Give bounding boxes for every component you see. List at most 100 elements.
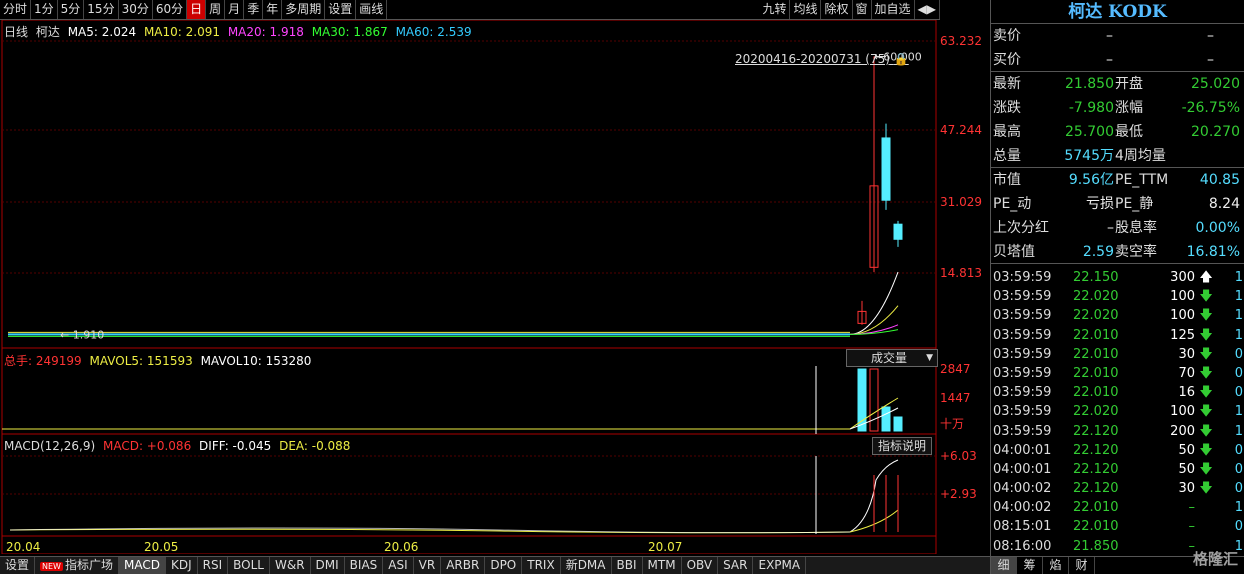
arrow-up-icon: 🡅 [1199,270,1213,285]
indicator-tab-label: BBI [616,558,637,572]
period-tab[interactable]: 15分 [84,0,119,19]
period-tab[interactable]: 画线 [356,0,388,19]
indicator-tab[interactable]: DMI [311,557,345,574]
watermark-logo: 格隆汇 [1192,550,1238,568]
panel-tab[interactable]: 细 [991,557,1017,574]
indicator-tab[interactable]: BIAS [345,557,384,574]
tick-volume: – [1188,519,1196,535]
quote-stats: 最新 21.850 开盘 25.020 涨跌 -7.980 涨幅 -26.75% 最高 25.70… [991,72,1244,264]
tick-row[interactable]: 04:00:01 22.120 50 🡇 0 [991,441,1244,460]
period-tab[interactable]: 月 [225,0,245,19]
indicator-tab[interactable]: TRIX [522,557,561,574]
panel-tab[interactable]: 筹 [1017,557,1043,574]
indicator-tab[interactable]: ASI [383,557,414,574]
period-tab[interactable]: 30分 [119,0,153,19]
indicator-tab[interactable]: DPO [485,557,523,574]
toolbar-button[interactable]: 九转 [759,0,791,19]
lock-icon[interactable]: 🔒 [894,52,909,66]
tick-row[interactable]: 03:59:59 22.010 125 🡇 1 [991,326,1244,345]
indicator-tab-label: ASI [388,558,408,572]
tick-list[interactable]: 03:59:59 22.150 300 🡅 1 03:59:59 22.020 100 🡇 1 03… [991,268,1244,556]
price-axis-tick: 47.244 [940,123,982,137]
period-tab[interactable]: 周 [206,0,226,19]
indicator-tab[interactable]: SAR [718,557,754,574]
toolbar-button[interactable]: 除权 [821,0,853,19]
period-tab[interactable]: 年 [263,0,283,19]
tick-row[interactable]: 03:59:59 22.120 200 🡇 1 [991,422,1244,441]
panel-tab[interactable]: 财 [1069,557,1095,574]
tick-volume: – [1188,500,1196,516]
tick-count: 1 [1234,500,1243,516]
indicator-tab-label: MACD [123,558,160,572]
indicator-tab[interactable]: MTM [643,557,682,574]
tick-row[interactable]: 03:59:59 22.010 70 🡇 0 [991,364,1244,383]
tick-price: 22.020 [1073,404,1119,420]
indicator-tab[interactable]: ARBR [441,557,486,574]
indicator-tab-label: OBV [686,558,713,572]
period-tab[interactable]: 5分 [58,0,85,19]
indicator-tab[interactable]: RSI [198,557,229,574]
tick-row[interactable]: 03:59:59 22.010 30 🡇 0 [991,345,1244,364]
date-axis-tick: 20.04 [6,540,40,554]
period-tab[interactable]: 60分 [153,0,188,19]
period-tab[interactable]: 1分 [31,0,58,19]
chart-canvas[interactable]: 63.23247.24431.02914.813← 1.910←60.00028… [0,19,990,555]
arrow-down-icon: 🡇 [1199,346,1213,362]
chart-type-label: 日线 [4,25,29,39]
date-axis-tick: 20.06 [384,540,418,554]
tick-row[interactable]: 03:59:59 22.020 100 🡇 1 [991,306,1244,325]
tick-row[interactable]: 04:00:01 22.120 50 🡇 0 [991,460,1244,479]
quote-row: 最新 21.850 开盘 25.020 [991,72,1244,96]
period-tab[interactable]: 日 [187,0,207,19]
tick-row[interactable]: 03:59:59 22.010 16 🡇 0 [991,383,1244,402]
toolbar-button[interactable]: 加自选 [872,0,915,19]
tick-count: 1 [1234,270,1243,285]
buy-price-label: 买价 [993,52,1021,68]
toolbar-button[interactable]: 窗 [853,0,872,19]
indicator-tab[interactable]: KDJ [166,557,198,574]
tick-volume: 50 [1178,461,1195,477]
period-tab[interactable]: 设置 [325,0,357,19]
ma10-label: MA10: 2.091 [143,25,220,39]
date-axis-tick: 20.07 [648,540,682,554]
kline-chart[interactable]: 63.232 47.244 31.029 14.813 ← 1.910 ←60.000 28… [0,19,990,555]
period-tab[interactable]: 季 [244,0,264,19]
tick-time: 03:59:59 [993,365,1052,381]
tick-row[interactable]: 08:15:01 22.010 – 0 [991,517,1244,536]
indicator-tab[interactable]: BBI [612,557,643,574]
range-label[interactable]: 20200416-20200731 (75) 🔒 [735,52,909,66]
candle-body [881,137,891,201]
indicator-tab[interactable]: 设置 [0,557,36,574]
tick-row[interactable]: 04:00:02 22.120 30 🡇 0 [991,479,1244,498]
mavol5-label: MAVOL5: 151593 [89,354,193,368]
tick-row[interactable]: 03:59:59 22.020 100 🡇 1 [991,402,1244,421]
tick-time: 03:59:59 [993,308,1052,324]
toolbar-button[interactable]: ◀▶ [915,0,940,19]
indicator-tab[interactable]: MACD [118,557,166,574]
tick-volume: 200 [1170,423,1195,439]
quote-value: 5745万 [1064,148,1114,164]
indicator-tab[interactable]: NEW 指标广场 [35,557,119,574]
tick-row[interactable]: 03:59:59 22.150 300 🡅 1 [991,268,1244,287]
toolbar-button[interactable]: 均线 [790,0,822,19]
volume-indicator-select[interactable]: 成交量 ▼ [846,349,938,367]
quote-label-2: PE_静 [1115,196,1154,212]
buy-price-value: – [1207,52,1214,68]
indicator-tab-label: MTM [647,558,676,572]
period-tab[interactable]: 多周期 [282,0,326,19]
price-axis-tick: 63.232 [940,34,982,48]
indicator-tab[interactable]: EXPMA [753,557,807,574]
quote-value-2: -26.75% [1181,100,1240,116]
period-tab[interactable]: 分时 [0,0,32,19]
tick-row[interactable]: 04:00:02 22.010 – 1 [991,498,1244,517]
quote-value: 21.850 [1065,76,1114,92]
indicator-tab[interactable]: VR [414,557,442,574]
indicator-tab[interactable]: W&R [270,557,311,574]
quote-row: 上次分红 – 股息率 0.00% [991,216,1244,240]
indicator-tab[interactable]: OBV [682,557,719,574]
panel-tab[interactable]: 焰 [1043,557,1069,574]
indicator-tab[interactable]: BOLL [228,557,270,574]
indicator-tab[interactable]: 新DMA [561,557,612,574]
tick-row[interactable]: 03:59:59 22.020 100 🡇 1 [991,287,1244,306]
indicator-help-button[interactable]: 指标说明 [872,437,932,455]
